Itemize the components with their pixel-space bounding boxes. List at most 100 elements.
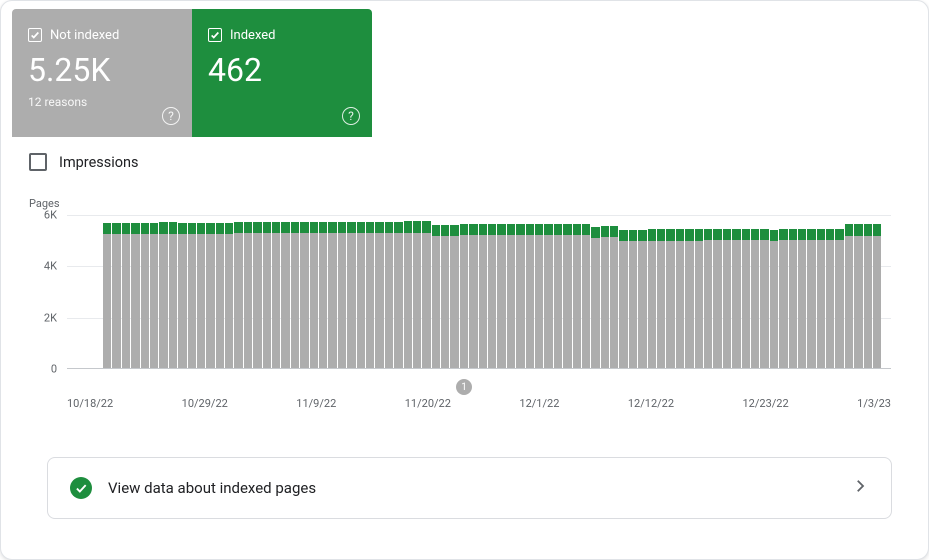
- x-tick-label: 12/23/22: [743, 397, 789, 410]
- bar[interactable]: [873, 215, 881, 369]
- bar[interactable]: [141, 215, 149, 369]
- bar[interactable]: [507, 215, 515, 369]
- bar[interactable]: [516, 215, 524, 369]
- bar[interactable]: [432, 215, 440, 369]
- bar[interactable]: [835, 215, 843, 369]
- bar[interactable]: [864, 215, 872, 369]
- x-tick-label: 12/1/22: [519, 397, 559, 410]
- bar[interactable]: [263, 215, 271, 369]
- bar[interactable]: [573, 215, 581, 369]
- bar[interactable]: [657, 215, 665, 369]
- bar[interactable]: [779, 215, 787, 369]
- bar[interactable]: [366, 215, 374, 369]
- x-tick-label: 10/29/22: [182, 397, 228, 410]
- bar[interactable]: [347, 215, 355, 369]
- x-tick-label: 10/18/22: [67, 397, 113, 410]
- bar[interactable]: [206, 215, 214, 369]
- bar[interactable]: [817, 215, 825, 369]
- annotation-marker[interactable]: 1: [456, 379, 472, 395]
- help-icon[interactable]: ?: [342, 107, 360, 125]
- bar[interactable]: [526, 215, 534, 369]
- bar[interactable]: [666, 215, 674, 369]
- bar[interactable]: [122, 215, 130, 369]
- bar[interactable]: [713, 215, 721, 369]
- bar[interactable]: [404, 215, 412, 369]
- bar[interactable]: [563, 215, 571, 369]
- bar[interactable]: [638, 215, 646, 369]
- bar[interactable]: [225, 215, 233, 369]
- bar[interactable]: [488, 215, 496, 369]
- bar[interactable]: [469, 215, 477, 369]
- bar[interactable]: [845, 215, 853, 369]
- impressions-checkbox[interactable]: [29, 153, 47, 171]
- bar[interactable]: [807, 215, 815, 369]
- chevron-right-icon: [851, 477, 869, 499]
- bar[interactable]: [826, 215, 834, 369]
- bar[interactable]: [169, 215, 177, 369]
- bar[interactable]: [695, 215, 703, 369]
- status-card-not-indexed[interactable]: Not indexed 5.25K 12 reasons ?: [12, 9, 192, 137]
- bar[interactable]: [760, 215, 768, 369]
- bar[interactable]: [751, 215, 759, 369]
- bar[interactable]: [544, 215, 552, 369]
- bar[interactable]: [582, 215, 590, 369]
- x-tick-label: 12/12/22: [628, 397, 674, 410]
- bar[interactable]: [150, 215, 158, 369]
- bar[interactable]: [591, 215, 599, 369]
- bar[interactable]: [159, 215, 167, 369]
- bar[interactable]: [629, 215, 637, 369]
- bar[interactable]: [723, 215, 731, 369]
- bar[interactable]: [291, 215, 299, 369]
- bar[interactable]: [328, 215, 336, 369]
- x-axis: 10/18/2210/29/2211/9/2211/20/2212/1/2212…: [67, 397, 891, 410]
- bar[interactable]: [742, 215, 750, 369]
- bar[interactable]: [178, 215, 186, 369]
- bar[interactable]: [216, 215, 224, 369]
- bar[interactable]: [281, 215, 289, 369]
- bar[interactable]: [413, 215, 421, 369]
- bar[interactable]: [197, 215, 205, 369]
- bar[interactable]: [854, 215, 862, 369]
- bar[interactable]: [676, 215, 684, 369]
- bar[interactable]: [112, 215, 120, 369]
- bar[interactable]: [732, 215, 740, 369]
- bar[interactable]: [131, 215, 139, 369]
- bar[interactable]: [648, 215, 656, 369]
- bar[interactable]: [610, 215, 618, 369]
- status-card-indexed[interactable]: Indexed 462 ?: [192, 9, 372, 137]
- bar[interactable]: [338, 215, 346, 369]
- bar[interactable]: [394, 215, 402, 369]
- bar[interactable]: [103, 215, 111, 369]
- bar[interactable]: [460, 215, 468, 369]
- bar[interactable]: [253, 215, 261, 369]
- y-tick-label: 4K: [29, 260, 57, 273]
- bar[interactable]: [357, 215, 365, 369]
- bar[interactable]: [789, 215, 797, 369]
- bar[interactable]: [450, 215, 458, 369]
- bar[interactable]: [310, 215, 318, 369]
- bar[interactable]: [497, 215, 505, 369]
- bar[interactable]: [272, 215, 280, 369]
- impressions-label: Impressions: [59, 154, 139, 171]
- bar[interactable]: [441, 215, 449, 369]
- bar[interactable]: [300, 215, 308, 369]
- bar[interactable]: [535, 215, 543, 369]
- index-coverage-panel: Not indexed 5.25K 12 reasons ? Indexed 4…: [0, 0, 929, 560]
- bar[interactable]: [704, 215, 712, 369]
- help-icon[interactable]: ?: [162, 107, 180, 125]
- bar[interactable]: [554, 215, 562, 369]
- bar[interactable]: [798, 215, 806, 369]
- bar[interactable]: [385, 215, 393, 369]
- bar[interactable]: [619, 215, 627, 369]
- bar[interactable]: [244, 215, 252, 369]
- bar[interactable]: [375, 215, 383, 369]
- bar[interactable]: [422, 215, 430, 369]
- bar[interactable]: [319, 215, 327, 369]
- bar[interactable]: [188, 215, 196, 369]
- bar[interactable]: [234, 215, 242, 369]
- bar[interactable]: [685, 215, 693, 369]
- bar[interactable]: [770, 215, 778, 369]
- bar[interactable]: [479, 215, 487, 369]
- view-indexed-data-button[interactable]: View data about indexed pages: [47, 457, 892, 519]
- bar[interactable]: [601, 215, 609, 369]
